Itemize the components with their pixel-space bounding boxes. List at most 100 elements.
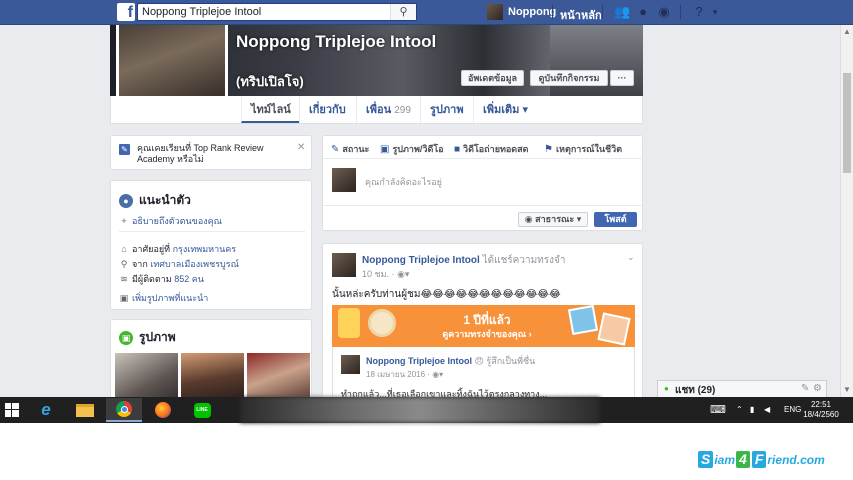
messenger-icon[interactable]: ●	[636, 5, 650, 19]
followers-value[interactable]: 852 คน	[174, 272, 204, 286]
tab-friends-label: เพื่อน	[366, 104, 392, 116]
tab-friends[interactable]: เพื่อน 299	[356, 96, 420, 123]
globe-icon[interactable]: ◉▾	[432, 370, 443, 379]
watermark-part: iam	[714, 452, 736, 467]
composer-input[interactable]: คุณกำลังคิดอะไรอยู่	[365, 175, 442, 189]
add-featured-photos-link[interactable]: ▣ เพิ่มรูปภาพที่แนะนำ	[119, 291, 209, 305]
friends-count: 299	[394, 105, 411, 116]
profile-shortcut[interactable]: Noppong	[487, 3, 556, 21]
photo-thumbnail[interactable]	[247, 353, 310, 397]
flag-icon: ⚑	[544, 143, 553, 155]
tab-timeline[interactable]: ไทม์ไลน์	[241, 96, 300, 123]
notifications-globe-icon[interactable]: ◉	[657, 5, 671, 19]
composer-avatar	[332, 168, 356, 192]
shared-feeling: 😠 รู้สึกเป็นพี่ชื่น	[474, 356, 536, 366]
compose-message-icon[interactable]: ✎	[801, 383, 809, 394]
home-link[interactable]: หน้าหลัก	[560, 6, 602, 24]
line-app-icon[interactable]: LINE	[184, 398, 220, 422]
composer-tab-live-video[interactable]: ■ วิดีโอถ่ายทอดสด	[454, 142, 528, 156]
globe-icon[interactable]: ◉▾	[397, 269, 409, 279]
education-prompt-card: ✎ คุณเคยเรียนที่ Top Rank Review Academy…	[110, 135, 312, 170]
scrollbar[interactable]: ▲ ▼	[840, 25, 853, 397]
post-button[interactable]: โพสต์	[594, 212, 637, 227]
plus-icon: +	[121, 216, 127, 226]
volume-icon[interactable]: ◀	[764, 397, 770, 423]
fox-sticker-icon	[338, 308, 360, 338]
help-icon[interactable]: ?	[692, 5, 706, 19]
privacy-selector[interactable]: ◉ สาธารณะ ▾	[518, 212, 588, 227]
tab-about[interactable]: เกี่ยวกับ	[299, 96, 355, 123]
internet-explorer-icon[interactable]: e	[28, 398, 64, 422]
feed-post: Noppong Triplejoe Intool ได้แชร์ความทรงจ…	[322, 243, 643, 397]
shared-date[interactable]: 18 เมษายน 2016 ·	[366, 370, 430, 379]
friend-requests-icon[interactable]: 👥	[614, 5, 630, 19]
gear-icon[interactable]: ⚙	[813, 383, 822, 394]
activity-log-button[interactable]: ดูบันทึกกิจกรรม	[530, 70, 608, 86]
photo-thumbnail[interactable]	[115, 353, 178, 397]
shared-author-name[interactable]: Noppong Triplejoe Intool	[366, 356, 472, 366]
tab-photos[interactable]: รูปภาพ	[420, 96, 473, 123]
memory-link[interactable]: ดูความทรงจำของคุณ ›	[422, 327, 552, 341]
search-icon[interactable]: ⚲	[390, 4, 416, 20]
network-icon[interactable]: ▮	[750, 397, 754, 423]
lives-prefix: อาศัยอยู่ที่	[132, 244, 171, 254]
watermark-part: S	[698, 451, 714, 468]
file-explorer-icon[interactable]	[67, 398, 103, 422]
profile-shortcut-name: Noppong	[508, 6, 557, 18]
windows-start-icon[interactable]	[0, 398, 24, 422]
composer-tab-status-label: สถานะ	[342, 144, 370, 154]
browser-viewport: Noppong Triplejoe Intool (ทริปเปิลโจ) อั…	[0, 0, 853, 397]
photos-card: ▣ รูปภาพ	[110, 319, 312, 397]
online-dot-icon: ●	[664, 384, 669, 393]
education-prompt-text[interactable]: คุณเคยเรียนที่ Top Rank Review Academy ห…	[137, 143, 287, 165]
chrome-icon[interactable]	[106, 398, 142, 422]
photo-thumbnail[interactable]	[181, 353, 244, 397]
describe-yourself-link[interactable]: + อธิบายถึงตัวตนของคุณ	[119, 214, 222, 228]
lives-value[interactable]: กรุงเทพมหานคร	[173, 242, 237, 256]
input-language[interactable]: ENG	[784, 397, 801, 423]
shared-author-avatar[interactable]	[341, 355, 360, 374]
photos-title: รูปภาพ	[139, 330, 176, 344]
camera-icon: ▣	[380, 143, 390, 155]
shared-post: Noppong Triplejoe Intool 😠 รู้สึกเป็นพี่…	[332, 347, 635, 397]
windows-taskbar: e LINE ⌨ ⌃ ▮ ◀ ENG 22:51 18/4/2560	[0, 397, 853, 423]
keyboard-icon[interactable]: ⌨	[710, 397, 726, 423]
search-input[interactable]	[138, 4, 390, 20]
photos-header[interactable]: ▣ รูปภาพ	[119, 328, 176, 347]
followers-prefix: มีผู้ติดตาม	[132, 274, 172, 284]
post-author-name[interactable]: Noppong Triplejoe Intool	[362, 255, 480, 266]
scroll-thumb[interactable]	[843, 73, 851, 173]
chevron-down-icon[interactable]: ⌄	[627, 252, 635, 263]
composer-tab-live-video-label: วิดีโอถ่ายทอดสด	[463, 144, 529, 154]
scroll-up-arrow-icon[interactable]: ▲	[842, 27, 852, 37]
chat-bar[interactable]: ● แชท (29) ✎ ⚙	[657, 380, 827, 397]
facebook-logo[interactable]: f	[117, 3, 135, 21]
from-value[interactable]: เทศบาลเมืองเพชรบูรณ์	[150, 257, 239, 271]
rss-icon: ≋	[120, 273, 128, 284]
clock-date: 18/4/2560	[803, 410, 839, 419]
location-pin-icon: ⚲	[120, 258, 128, 269]
tab-more[interactable]: เพิ่มเติม ▾	[473, 96, 537, 123]
more-options-button[interactable]: ···	[610, 70, 634, 86]
chevron-down-icon[interactable]: ▾	[708, 5, 722, 19]
composer-tab-photo-video[interactable]: ▣ รูปภาพ/วิดีโอ	[380, 142, 444, 156]
intro-card: ● แนะนำตัว + อธิบายถึงตัวตนของคุณ ⌂ อาศั…	[110, 180, 312, 310]
globe-icon: ◉	[524, 214, 533, 224]
scroll-down-arrow-icon[interactable]: ▼	[842, 385, 852, 395]
show-hidden-icons-icon[interactable]: ⌃	[736, 397, 743, 423]
firefox-icon[interactable]	[145, 398, 181, 422]
system-clock[interactable]: 22:51 18/4/2560	[803, 400, 839, 420]
profile-name[interactable]: Noppong Triplejoe Intool	[236, 32, 446, 52]
update-info-button[interactable]: อัพเดตข้อมูล	[461, 70, 524, 86]
post-author-avatar[interactable]	[332, 253, 356, 277]
intro-from: ⚲ จาก เทศบาลเมืองเพชรบูรณ์	[119, 257, 239, 271]
divider	[119, 231, 305, 232]
close-icon[interactable]: ✕	[297, 142, 305, 153]
globe-icon: ●	[119, 193, 133, 208]
memory-banner[interactable]: 1 ปีที่แล้ว ดูความทรงจำของคุณ ›	[332, 305, 635, 347]
composer-tab-life-event[interactable]: ⚑ เหตุการณ์ในชีวิต	[544, 142, 622, 156]
post-action: ได้แชร์ความทรงจำ	[482, 255, 566, 266]
post-time[interactable]: 10 ชม. ·	[362, 269, 395, 279]
watermark-part: riend.com	[767, 452, 825, 467]
composer-tab-status[interactable]: ✎ สถานะ	[331, 142, 369, 156]
